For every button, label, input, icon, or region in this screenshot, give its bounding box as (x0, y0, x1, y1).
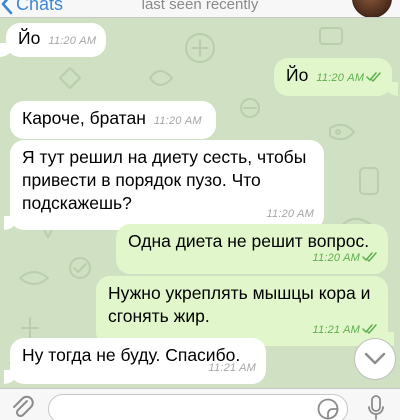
chat-header: Chats last seen recently (0, 0, 400, 18)
double-check-icon (362, 324, 377, 334)
message-input-bar (0, 388, 400, 420)
message-time: 11:20 AM (312, 252, 360, 264)
last-seen-status: last seen recently (141, 0, 259, 13)
microphone-icon[interactable] (366, 394, 386, 420)
avatar[interactable] (352, 0, 392, 17)
message-time: 11:20 AM (153, 115, 202, 127)
message-time: 11:21 AM (208, 362, 256, 374)
message-incoming[interactable]: Йо 11:20 AM (0, 23, 107, 57)
message-time: 11:20 AM (316, 72, 365, 84)
message-time: 11:21 AM (312, 324, 360, 336)
chevron-down-icon (364, 352, 386, 365)
message-incoming[interactable]: Кароче, братан 11:20 AM (10, 101, 216, 139)
message-outgoing[interactable]: Нужно укреплять мышцы кора и сгонять жир… (96, 276, 394, 346)
message-input[interactable] (48, 394, 348, 420)
scroll-to-bottom-button[interactable] (354, 338, 396, 380)
message-incoming[interactable]: Ну тогда не буду. Спасибо. 11:21 AM (4, 338, 266, 384)
sticker-icon[interactable] (316, 397, 340, 420)
message-list[interactable]: Йо 11:20 AM Йо 11:20 AM Кароче, братан 11:2… (0, 18, 400, 388)
message-incoming[interactable]: Я тут решил на диету сесть, чтобы привес… (4, 140, 324, 230)
message-outgoing[interactable]: Йо 11:20 AM (274, 58, 399, 96)
paperclip-icon[interactable] (10, 393, 34, 419)
message-time-wrapper: 11:20 AM (313, 247, 378, 270)
double-check-icon (366, 72, 381, 82)
message-text: Кароче, братан (22, 108, 146, 128)
message-outgoing[interactable]: Одна диета не решит вопрос. 11:20 AM (116, 224, 388, 274)
message-time: 11:20 AM (48, 35, 97, 47)
message-time: 11:20 AM (266, 208, 314, 220)
double-check-icon (362, 252, 377, 262)
message-text: Йо (286, 65, 309, 85)
message-text: Йо (18, 28, 41, 48)
